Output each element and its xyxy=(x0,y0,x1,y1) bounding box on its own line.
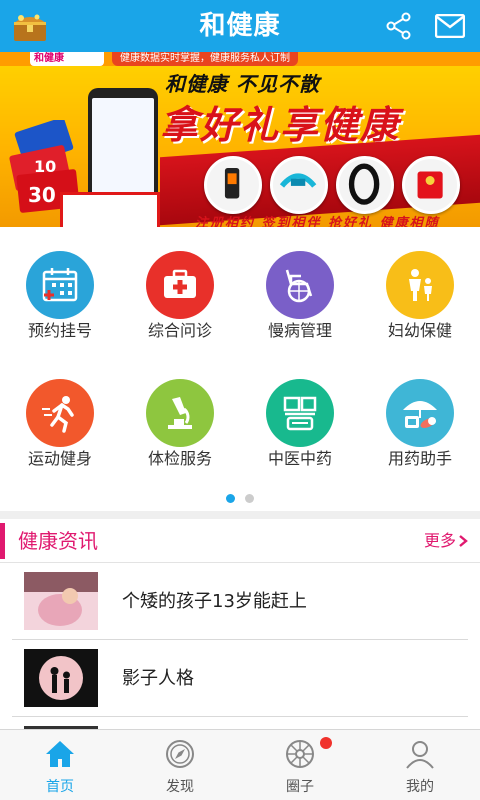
banner-brand: 和健康 xyxy=(30,52,104,66)
svg-text:10: 10 xyxy=(34,157,56,176)
news-list-item[interactable]: 个矮的孩子13岁能赶上 xyxy=(12,563,468,640)
banner-slogan-large: 拿好礼享健康 xyxy=(160,103,401,147)
grid-item-label: 预约挂号 xyxy=(27,321,92,340)
section-divider xyxy=(0,511,480,519)
grid-item-chronic[interactable]: 慢病管理 xyxy=(240,227,360,347)
banner-device-circle xyxy=(204,156,262,214)
tab-home[interactable]: 首页 xyxy=(0,730,120,800)
grid-item-appointment[interactable]: 预约挂号 xyxy=(0,227,120,347)
page-dot-active[interactable] xyxy=(226,494,235,503)
calendar-icon xyxy=(26,251,94,319)
medical-kit-icon xyxy=(146,251,214,319)
svg-text:30: 30 xyxy=(28,183,56,207)
app-screen: 和健康 和健康 健康数据实时掌握，健康服务私人订制 30 10 和健康 不见不散… xyxy=(0,0,480,800)
tab-label: 发现 xyxy=(166,779,194,795)
microscope-icon xyxy=(146,379,214,447)
grid-item-consultation[interactable]: 综合问诊 xyxy=(120,227,240,347)
running-icon xyxy=(26,379,94,447)
tab-label: 圈子 xyxy=(286,779,314,795)
chinese-medicine-icon xyxy=(266,379,334,447)
grid-item-medication[interactable]: 用药助手 xyxy=(360,355,480,475)
grid-item-maternal[interactable]: 妇幼保健 xyxy=(360,227,480,347)
header-bar: 和健康 xyxy=(0,0,480,52)
mail-icon[interactable] xyxy=(435,14,465,38)
grid-item-label: 妇幼保健 xyxy=(387,321,452,340)
wheel-icon xyxy=(286,740,314,768)
home-icon xyxy=(46,741,74,767)
bottom-tab-bar: 首页 发现 圈子 我的 xyxy=(0,729,480,800)
news-list-item[interactable]: 影子人格 xyxy=(12,640,468,717)
grid-item-label: 运动健身 xyxy=(27,449,92,468)
banner-device-circle xyxy=(402,156,460,214)
news-list-item[interactable] xyxy=(12,717,468,729)
news-section-title: 健康资讯 xyxy=(18,529,98,553)
news-item-title: 影子人格 xyxy=(122,668,194,689)
section-accent-bar xyxy=(0,523,5,559)
grid-item-label: 综合问诊 xyxy=(147,321,212,340)
news-item-title: 个矮的孩子13岁能赶上 xyxy=(122,591,307,612)
tab-label: 我的 xyxy=(406,779,434,795)
function-grid: 预约挂号 综合问诊 慢病管理 妇幼保健 运动健身 体检服务 中医中药 用药助手 xyxy=(0,227,480,511)
chevron-right-icon[interactable] xyxy=(456,534,470,548)
notification-badge xyxy=(320,737,332,749)
grid-item-tcm[interactable]: 中医中药 xyxy=(240,355,360,475)
tab-circle[interactable]: 圈子 xyxy=(240,730,360,800)
grid-item-label: 体检服务 xyxy=(147,449,212,468)
wheelchair-icon xyxy=(266,251,334,319)
grid-item-checkup[interactable]: 体检服务 xyxy=(120,355,240,475)
news-more-link[interactable]: 更多 xyxy=(424,519,456,563)
user-icon xyxy=(406,741,434,769)
umbrella-pills-icon xyxy=(386,379,454,447)
grid-page-indicator xyxy=(0,488,480,503)
promo-banner[interactable]: 和健康 健康数据实时掌握，健康服务私人订制 30 10 和健康 不见不散 拿好礼… xyxy=(0,52,480,227)
banner-device-circle xyxy=(270,156,328,214)
tab-profile[interactable]: 我的 xyxy=(360,730,480,800)
news-section-header: 健康资讯 更多 xyxy=(0,519,480,563)
share-icon[interactable] xyxy=(385,12,413,40)
grid-item-label: 中医中药 xyxy=(267,449,332,468)
page-dot[interactable] xyxy=(245,494,254,503)
banner-slogan-small: 和健康 不见不散 xyxy=(165,72,320,96)
banner-bottom-text: 注册相约 签到相伴 抢好礼 健康相随 xyxy=(195,216,440,227)
gift-box-image xyxy=(60,192,160,227)
mother-child-icon xyxy=(386,251,454,319)
tab-discover[interactable]: 发现 xyxy=(120,730,240,800)
grid-item-fitness[interactable]: 运动健身 xyxy=(0,355,120,475)
grid-item-label: 慢病管理 xyxy=(267,321,332,340)
grid-item-label: 用药助手 xyxy=(387,449,452,468)
news-list: 个矮的孩子13岁能赶上 影子人格 xyxy=(0,563,480,729)
banner-top-note: 健康数据实时掌握，健康服务私人订制 xyxy=(112,52,298,66)
news-thumbnail xyxy=(24,649,98,707)
news-thumbnail xyxy=(24,572,98,630)
compass-icon xyxy=(166,740,194,768)
banner-device-circle xyxy=(336,156,394,214)
tab-label: 首页 xyxy=(46,779,74,795)
